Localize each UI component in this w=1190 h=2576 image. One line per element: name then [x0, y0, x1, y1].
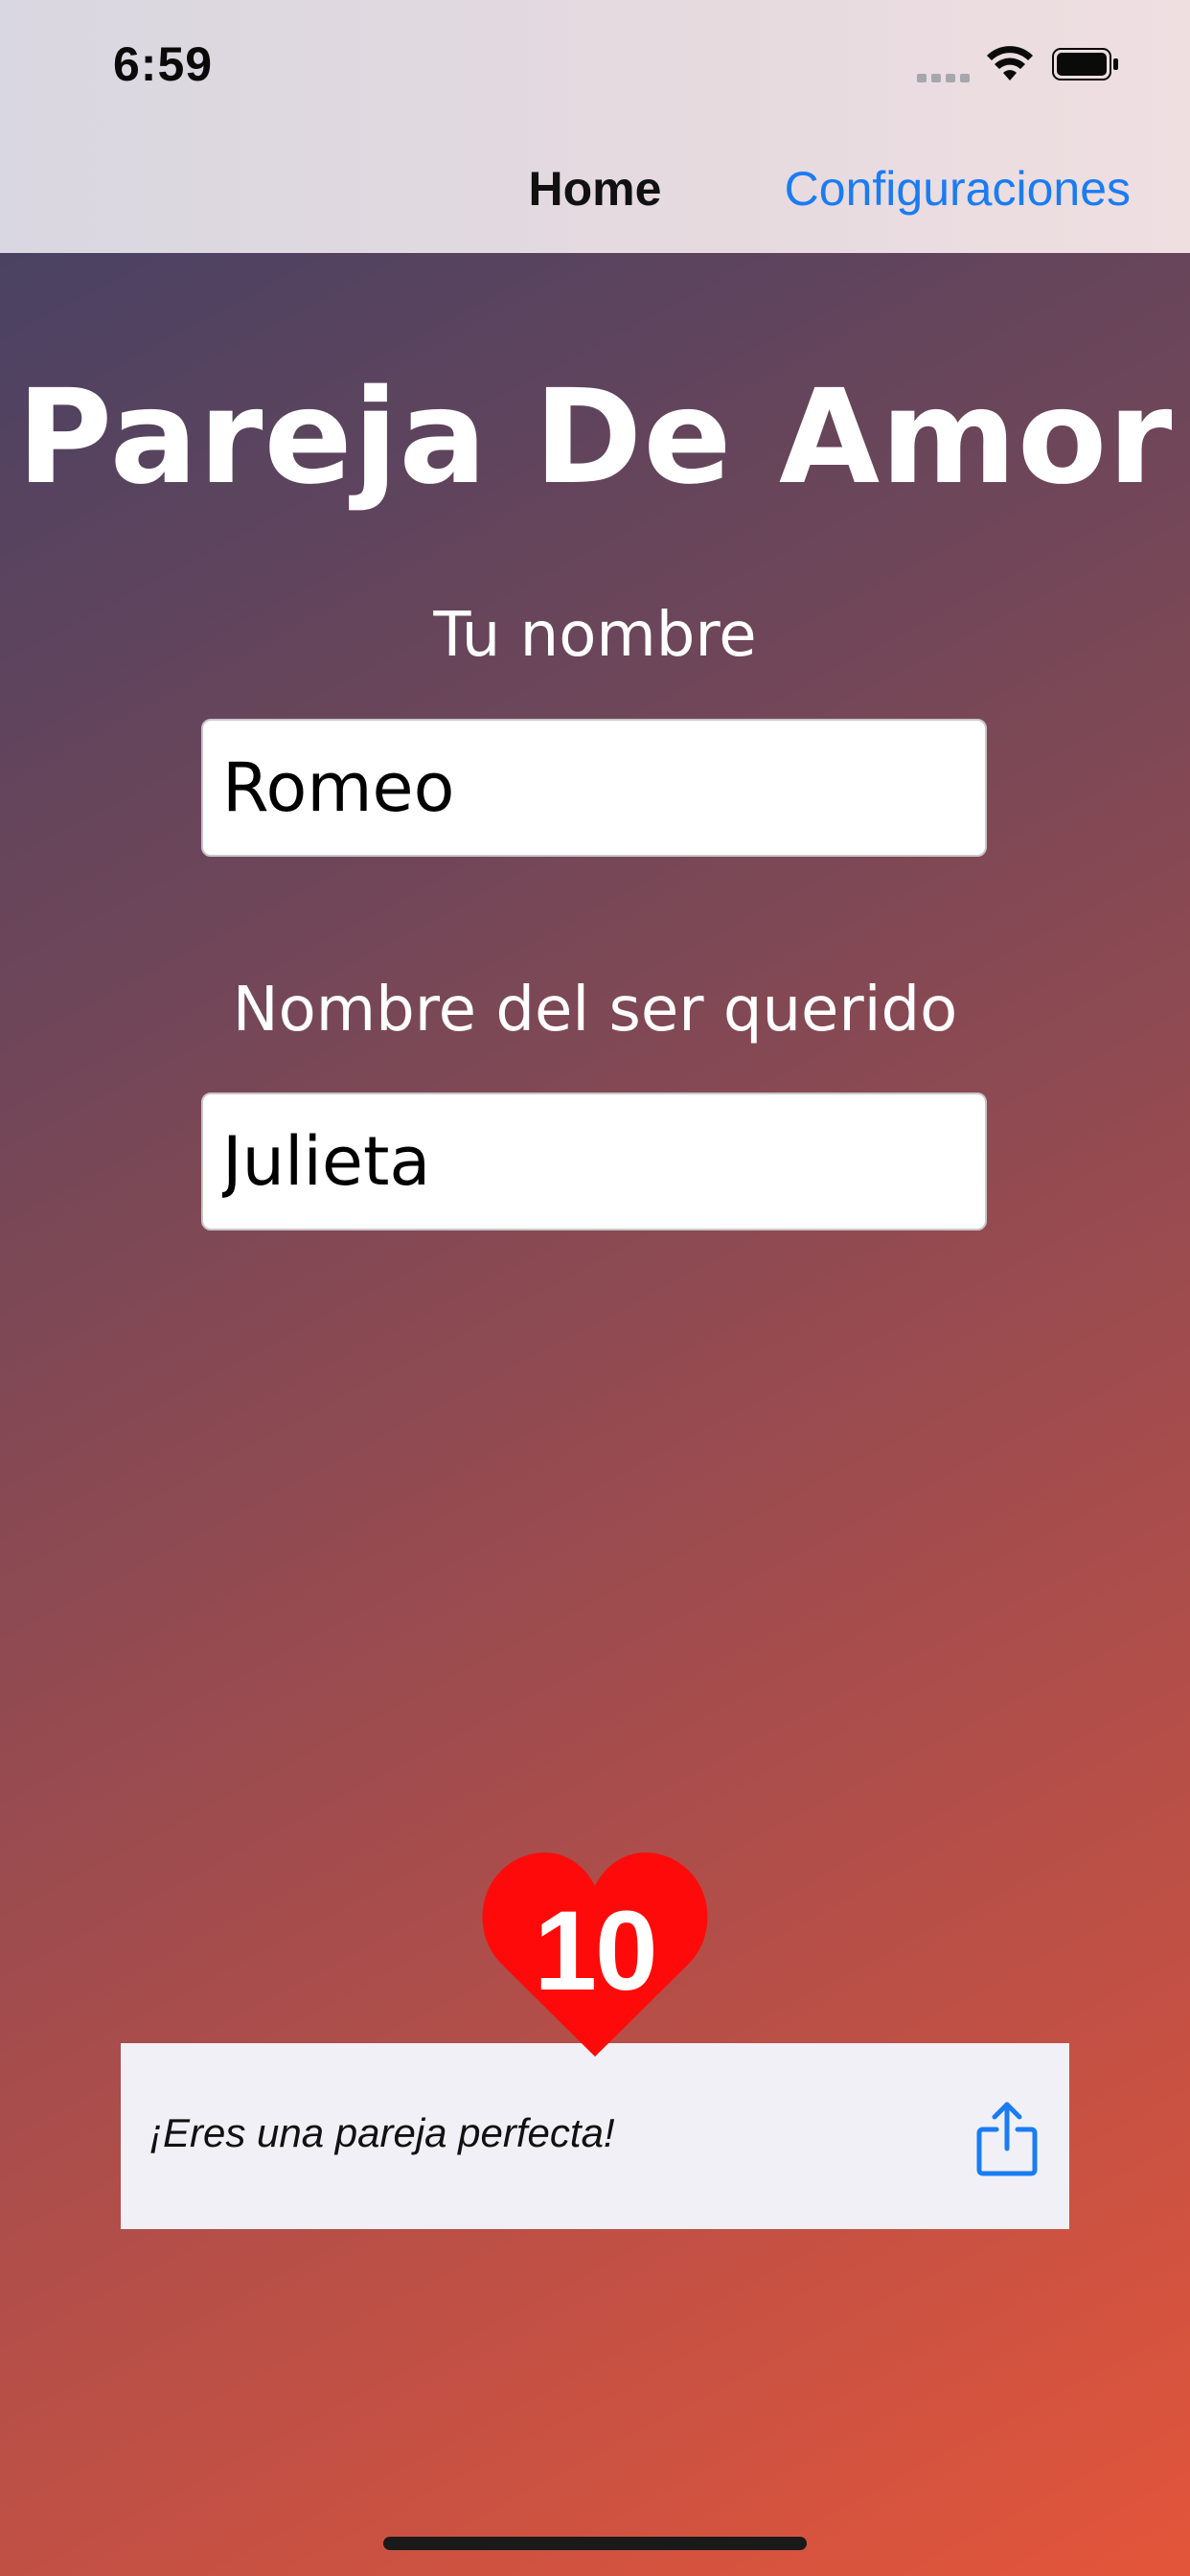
battery-icon [1052, 48, 1118, 80]
loved-one-name-input[interactable] [201, 1092, 987, 1230]
share-icon[interactable] [973, 2099, 1041, 2179]
signal-icon [917, 71, 971, 82]
home-indicator [383, 2537, 807, 2550]
your-name-input[interactable] [201, 719, 987, 857]
navigation-bar: 6:59 Home Configuraciones [0, 0, 1190, 253]
nav-title: Home [528, 162, 662, 216]
result-message: ¡Eres una pareja perfecta! [149, 2110, 615, 2155]
match-score: 10 [534, 1888, 657, 2014]
app-title: Pareja De Amor [16, 362, 1174, 514]
loved-one-name-label: Nombre del ser querido [232, 975, 958, 1046]
status-time: 6:59 [113, 37, 214, 91]
your-name-label: Tu nombre [433, 600, 757, 671]
wifi-icon [987, 46, 1033, 80]
settings-button[interactable]: Configuraciones [785, 161, 1131, 217]
result-card: ¡Eres una pareja perfecta! [121, 2043, 1069, 2229]
